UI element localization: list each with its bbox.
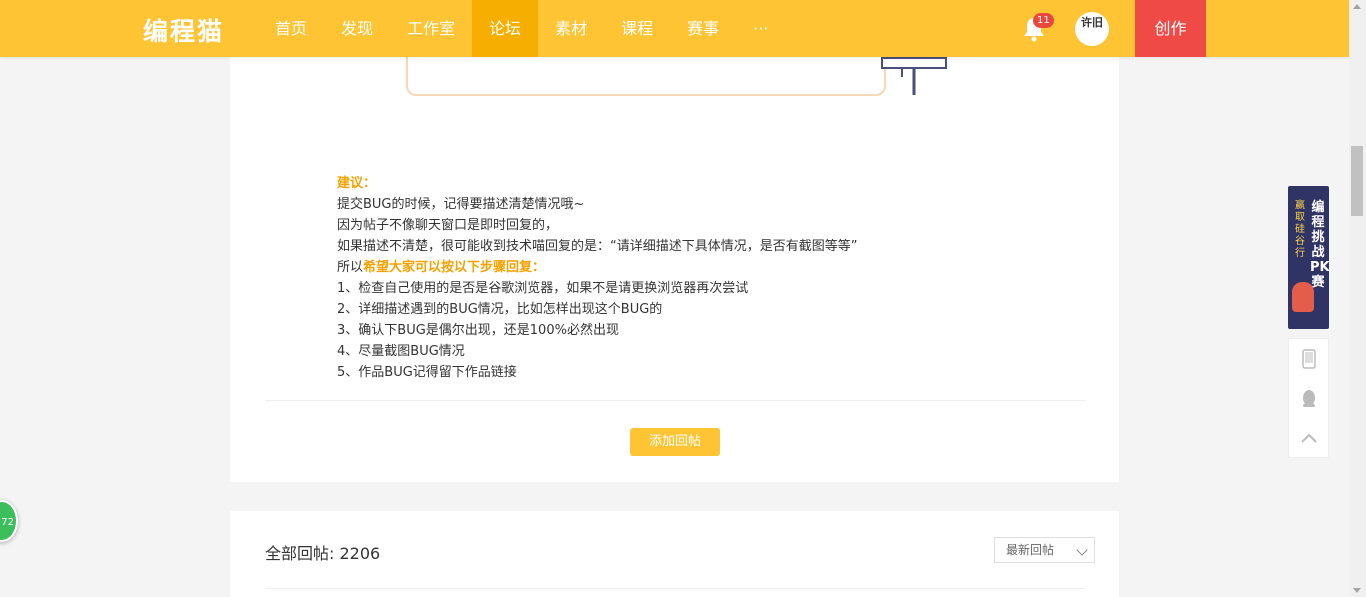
nav-forum[interactable]: 论坛 bbox=[472, 0, 539, 57]
hope-highlight: 希望大家可以按以下步骤回复： bbox=[363, 260, 546, 275]
nav-studio[interactable]: 工作室 bbox=[390, 0, 472, 57]
qq-icon bbox=[1302, 389, 1315, 407]
notification-badge: 11 bbox=[1033, 13, 1054, 28]
replies-count-title: 全部回帖: 2206 bbox=[265, 544, 381, 563]
floating-badge[interactable]: 72 bbox=[0, 500, 18, 542]
page-scrollbar[interactable] bbox=[1349, 0, 1366, 597]
nav-discover[interactable]: 发现 bbox=[324, 0, 390, 57]
replies-card: 全部回帖: 2206 最新回帖 bbox=[230, 511, 1119, 597]
nav-courses[interactable]: 课程 bbox=[604, 0, 670, 57]
promo-text: 编程挑战PK赛 bbox=[1310, 200, 1329, 290]
scroll-down-icon[interactable] bbox=[1353, 588, 1361, 593]
divider bbox=[265, 400, 1085, 401]
suggestion-title: 建议： bbox=[337, 176, 377, 191]
hope-prefix: 所以 bbox=[337, 260, 364, 275]
promo-side-text: 赢取硅谷行 bbox=[1295, 200, 1305, 259]
easel-illustration bbox=[881, 57, 947, 95]
nav-contests[interactable]: 赛事 bbox=[670, 0, 736, 57]
site-logo[interactable]: 编程猫 bbox=[143, 12, 224, 48]
back-to-top-icon bbox=[1300, 433, 1317, 443]
post-line: 如果描述不清楚，很可能收到技术喵回复的是：“请详细描述下具体情况，是否有截图等等… bbox=[337, 239, 858, 254]
scroll-thumb[interactable] bbox=[1351, 146, 1363, 216]
post-line: 提交BUG的时候，记得要描述清楚情况哦~ bbox=[337, 197, 585, 212]
post-card: 建议： 提交BUG的时候，记得要描述清楚情况哦~ 因为帖子不像聊天窗口是即时回复… bbox=[230, 0, 1119, 482]
back-to-top-button[interactable] bbox=[1289, 418, 1328, 457]
step-item: 3、确认下BUG是偶尔出现，还是100%必然出现 bbox=[337, 323, 619, 338]
step-item: 2、详细描述遇到的BUG情况，比如怎样出现这个BUG的 bbox=[337, 302, 663, 317]
add-reply-button[interactable]: 添加回帖 bbox=[630, 428, 720, 456]
hope-line: 所以希望大家可以按以下步骤回复： bbox=[337, 257, 857, 278]
mobile-app-button[interactable] bbox=[1289, 339, 1328, 378]
mobile-icon bbox=[1301, 348, 1316, 369]
create-button[interactable]: 创作 bbox=[1135, 0, 1206, 57]
side-toolbar bbox=[1288, 338, 1329, 458]
mascot-icon bbox=[1292, 282, 1314, 312]
nav-materials[interactable]: 素材 bbox=[538, 0, 604, 57]
sort-selected-label: 最新回帖 bbox=[1006, 543, 1055, 557]
avatar[interactable]: 许旧 bbox=[1075, 12, 1109, 46]
qq-button[interactable] bbox=[1289, 379, 1328, 418]
chevron-down-icon bbox=[1076, 544, 1088, 556]
post-content: 建议： 提交BUG的时候，记得要描述清楚情况哦~ 因为帖子不像聊天窗口是即时回复… bbox=[337, 173, 857, 383]
pk-contest-banner[interactable]: 赢取硅谷行 编程挑战PK赛 bbox=[1288, 186, 1329, 329]
step-item: 1、检查自己使用的是否是谷歌浏览器，如果不是请更换浏览器再次尝试 bbox=[337, 281, 749, 296]
post-line: 因为帖子不像聊天窗口是即时回复的， bbox=[337, 218, 559, 233]
step-item: 4、尽量截图BUG情况 bbox=[337, 344, 465, 359]
nav-home[interactable]: 首页 bbox=[258, 0, 324, 57]
top-navbar: 编程猫 首页 发现 工作室 论坛 素材 课程 赛事 ··· 11 许旧 创作 bbox=[0, 0, 1349, 57]
divider bbox=[265, 588, 1085, 589]
sort-dropdown[interactable]: 最新回帖 bbox=[994, 537, 1095, 563]
nav-more[interactable]: ··· bbox=[736, 0, 785, 57]
scroll-up-icon[interactable] bbox=[1353, 4, 1361, 9]
main-nav: 首页 发现 工作室 论坛 素材 课程 赛事 ··· bbox=[258, 0, 785, 57]
step-item: 5、作品BUG记得留下作品链接 bbox=[337, 365, 517, 380]
